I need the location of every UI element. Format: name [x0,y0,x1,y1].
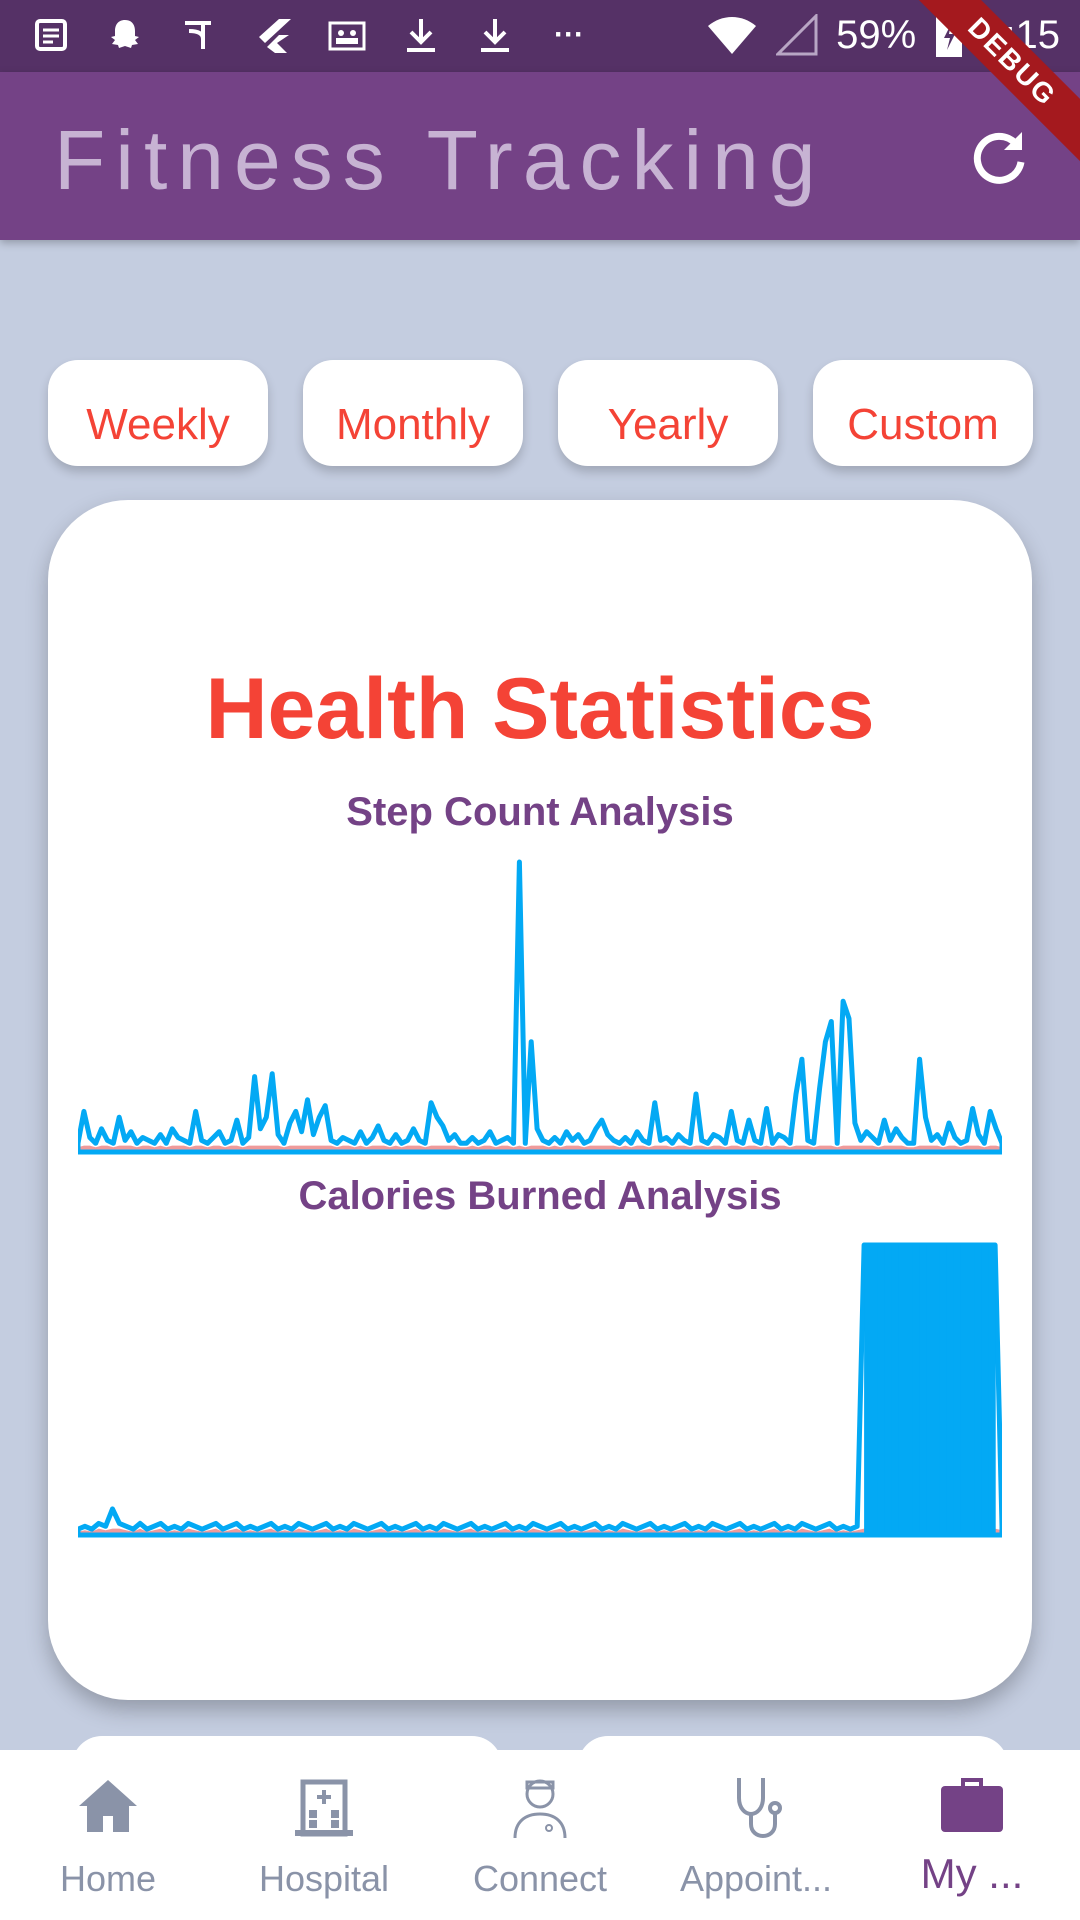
calories-data-bar [933,1245,941,1535]
health-statistics-card: Health Statistics Step Count Analysis Ca… [48,500,1032,1700]
card-title: Health Statistics [205,661,875,757]
calories-data-bar [871,1245,879,1535]
tab-weekly[interactable]: Weekly [48,360,268,466]
period-filter-tabs: Weekly Monthly Yearly Custom [48,360,1033,466]
download-icon [400,14,442,56]
flutter-icon [252,14,294,56]
nav-hospital-label: Hospital [258,1858,390,1899]
calories-data-bar [974,1245,982,1535]
calories-data-bar [946,1245,955,1535]
home-icon [79,1780,137,1832]
app-title: Fitness Tracking [54,113,826,207]
wifi-icon [708,17,757,54]
nav-connect-label: Connect [472,1858,608,1899]
calories-data-bar [967,1245,975,1535]
nav-connect[interactable]: Connect [432,1750,648,1920]
phonepe-icon [178,14,220,56]
nav-my-more-label: My ... [920,1850,1024,1897]
calories-data-bar [905,1245,913,1535]
teams-icon [326,14,368,56]
calories-data-bar [891,1245,900,1535]
nav-appointments-label: Appoint... [679,1858,833,1899]
notification-icons: ··· [30,14,590,56]
stethoscope-icon [737,1778,782,1839]
step-count-chart [78,859,1002,1155]
more-notifications-icon: ··· [554,18,584,51]
calories-chart [78,1242,1002,1538]
calories-data-bar [877,1245,886,1535]
battery-percentage: 59% [836,12,917,57]
calories-data-bar [884,1245,893,1535]
news-icon [30,14,72,56]
nav-home[interactable]: Home [0,1750,216,1920]
signal-icon [776,14,818,56]
tab-custom[interactable]: Custom [813,360,1033,466]
calories-data-bar [988,1245,996,1535]
nav-appointments[interactable]: Appoint... [648,1750,864,1920]
hospital-icon [295,1779,353,1837]
calories-data-bar [981,1245,989,1535]
step-count-series-line [78,859,1002,1155]
calories-data-bar [912,1245,920,1535]
calories-data-bar [919,1245,927,1535]
refresh-icon [973,132,1025,184]
calories-data-bar [926,1245,934,1535]
briefcase-icon [941,1778,1003,1832]
calories-data-bar [953,1245,962,1535]
snapchat-icon [104,14,146,56]
nav-my-more[interactable]: My ... [864,1750,1080,1920]
status-bar: ··· 59% 4:15 [0,0,1080,72]
nav-home-label: Home [59,1858,157,1899]
calories-data-bar [898,1245,907,1535]
calories-series-line [78,1242,1002,1538]
download-icon [474,14,516,56]
refresh-button[interactable] [964,122,1034,192]
app-bar: Fitness Tracking [0,72,1080,240]
step-count-chart-title: Step Count Analysis [346,790,734,834]
nav-hospital[interactable]: Hospital [216,1750,432,1920]
tab-monthly[interactable]: Monthly [303,360,523,466]
calories-chart-title: Calories Burned Analysis [298,1174,782,1218]
calories-data-bar [960,1245,969,1535]
tab-yearly[interactable]: Yearly [558,360,778,466]
bottom-navigation: Home Hospital Connect Appoint... My ... [0,1750,1080,1920]
calories-data-bar [864,1245,872,1535]
calories-data-bar [939,1245,948,1535]
doctor-icon [513,1779,567,1839]
